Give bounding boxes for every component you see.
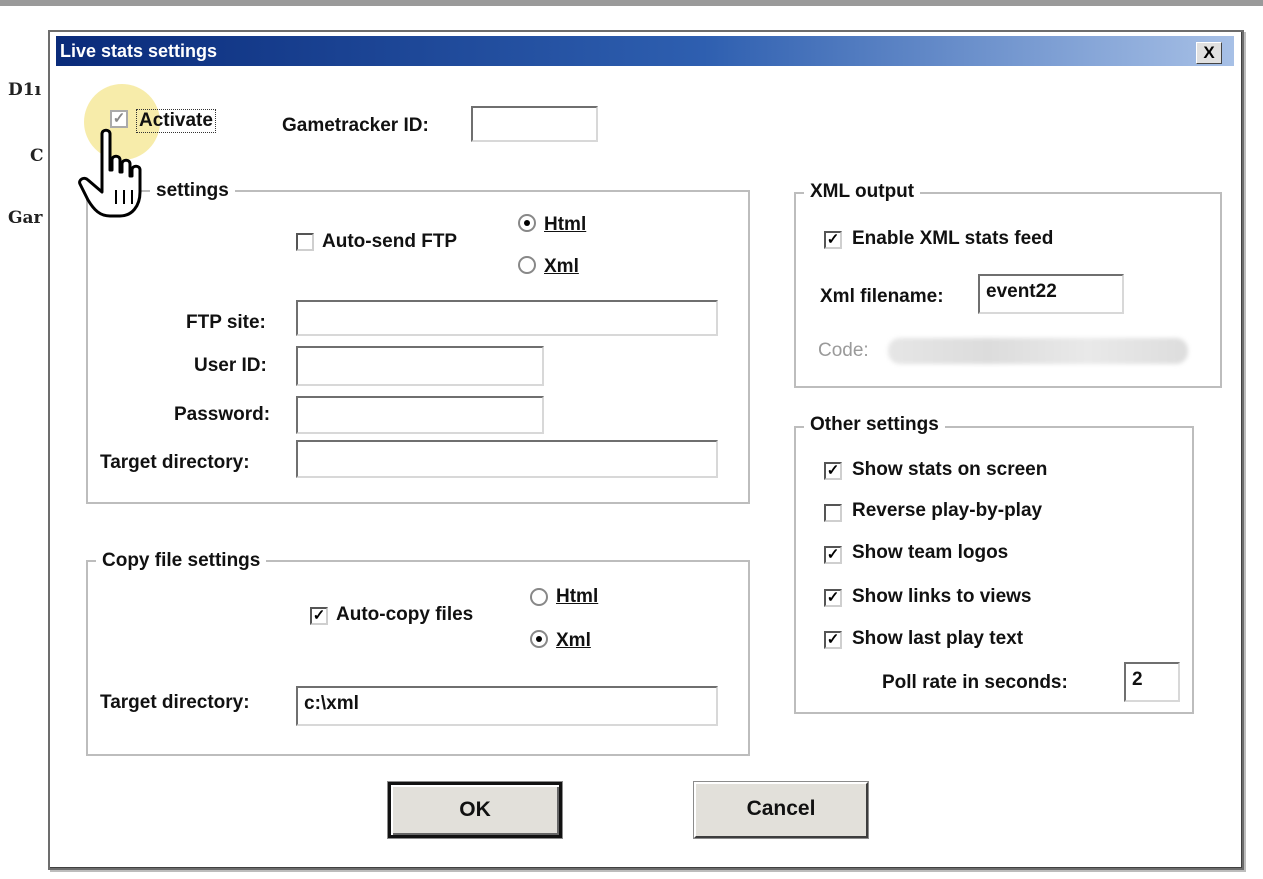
ftp-format-xml-label[interactable]: Xml (544, 256, 579, 278)
background-label-1: D1ı (8, 80, 42, 100)
ftp-format-html-radio[interactable] (518, 214, 536, 232)
enable-xml-feed-checkbox[interactable]: ✓ (824, 231, 842, 249)
window-top-border (0, 0, 1263, 6)
show-team-logos-label[interactable]: Show team logos (852, 542, 1008, 564)
dialog-title: Live stats settings (60, 41, 218, 61)
ok-button[interactable]: OK (387, 781, 563, 839)
auto-copy-files-label[interactable]: Auto-copy files (336, 604, 473, 626)
ftp-format-xml-radio[interactable] (518, 256, 536, 274)
ftp-target-directory-label: Target directory: (100, 452, 250, 473)
copy-file-settings-legend: Copy file settings (96, 550, 267, 572)
gametracker-id-input[interactable] (471, 106, 598, 142)
reverse-pbp-label[interactable]: Reverse play-by-play (852, 500, 1042, 522)
auto-copy-files-checkbox[interactable]: ✓ (310, 607, 328, 625)
ftp-format-html-label[interactable]: Html (544, 214, 586, 236)
gametracker-id-label: Gametracker ID: (282, 115, 429, 136)
other-settings-legend: Other settings (804, 414, 945, 436)
auto-send-ftp-checkbox[interactable] (296, 233, 314, 251)
show-last-play-checkbox[interactable]: ✓ (824, 631, 842, 649)
copy-format-xml-radio[interactable] (530, 630, 548, 648)
checkmark-icon: ✓ (312, 607, 326, 624)
activate-text: Activate (139, 110, 213, 131)
checkmark-icon: ✓ (826, 546, 840, 563)
copy-target-directory-label: Target directory: (100, 692, 250, 713)
code-label: Code: (818, 340, 869, 361)
dialog-titlebar[interactable]: Live stats settings X (56, 36, 1234, 66)
xml-filename-label: Xml filename: (820, 286, 944, 307)
copy-format-xml-label[interactable]: Xml (556, 630, 591, 652)
user-id-label: User ID: (194, 355, 267, 376)
password-label: Password: (174, 404, 271, 425)
user-id-input[interactable] (296, 346, 544, 386)
show-links-checkbox[interactable]: ✓ (824, 589, 842, 607)
show-team-logos-checkbox[interactable]: ✓ (824, 546, 842, 564)
ftp-target-directory-input[interactable] (296, 440, 718, 478)
checkmark-icon: ✓ (826, 589, 840, 606)
activate-label[interactable]: Activate (136, 109, 216, 133)
copy-format-html-label[interactable]: Html (556, 586, 598, 608)
background-label-3: Gar (8, 208, 43, 228)
password-input[interactable] (296, 396, 544, 434)
copy-target-directory-input[interactable]: c:\xml (296, 686, 718, 726)
close-icon[interactable]: X (1196, 42, 1222, 64)
ftp-settings-legend: settings (150, 180, 235, 202)
show-stats-checkbox[interactable]: ✓ (824, 462, 842, 480)
poll-rate-label: Poll rate in seconds: (882, 672, 1068, 693)
copy-file-settings-group (86, 560, 750, 756)
enable-xml-feed-label[interactable]: Enable XML stats feed (852, 228, 1053, 250)
checkmark-icon: ✓ (826, 231, 840, 248)
poll-rate-input[interactable]: 2 (1124, 662, 1180, 702)
xml-filename-input[interactable]: event22 (978, 274, 1124, 314)
reverse-pbp-checkbox[interactable] (824, 504, 842, 522)
hand-pointer-icon (78, 128, 142, 218)
checkmark-icon: ✓ (826, 462, 840, 479)
background-label-2: C (30, 146, 44, 166)
copy-format-html-radio[interactable] (530, 588, 548, 606)
show-last-play-label[interactable]: Show last play text (852, 628, 1023, 650)
xml-output-legend: XML output (804, 181, 921, 203)
ftp-site-label: FTP site: (186, 312, 266, 333)
show-links-label[interactable]: Show links to views (852, 586, 1032, 608)
checkmark-icon: ✓ (826, 631, 840, 648)
checkmark-icon: ✓ (112, 110, 126, 127)
ftp-site-input[interactable] (296, 300, 718, 336)
show-stats-label[interactable]: Show stats on screen (852, 459, 1047, 481)
auto-send-ftp-label[interactable]: Auto-send FTP (322, 231, 457, 253)
cancel-button[interactable]: Cancel (693, 781, 869, 839)
code-redacted-value (888, 338, 1188, 364)
